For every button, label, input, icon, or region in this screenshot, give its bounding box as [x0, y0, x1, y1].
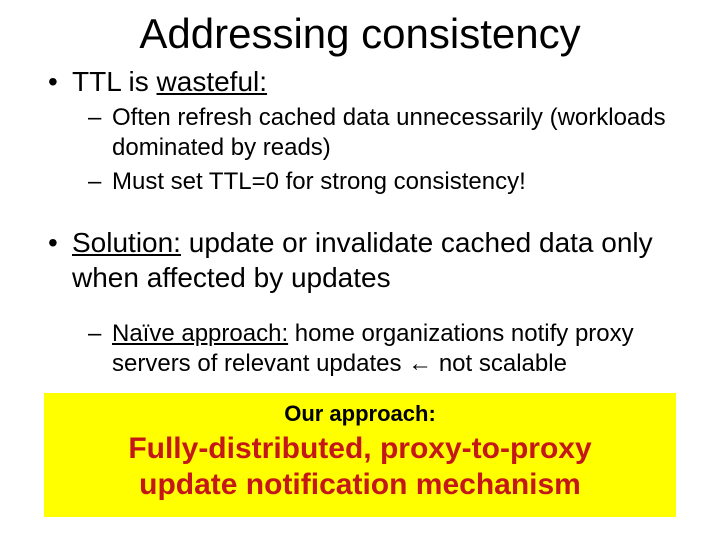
- subbullet-naive: – Naïve approach: home organizations not…: [88, 319, 690, 379]
- dash: –: [88, 167, 112, 197]
- callout-box: Our approach: Fully-distributed, proxy-t…: [44, 393, 676, 517]
- bullet-text: Solution: update or invalidate cached da…: [72, 225, 690, 295]
- bullet-text: TTL is wasteful:: [72, 64, 267, 99]
- dash: –: [88, 103, 112, 163]
- callout-main: Fully-distributed, proxy-to-proxy update…: [54, 431, 666, 503]
- subbullet-text: Often refresh cached data unnecessarily …: [112, 103, 690, 163]
- bullet-dot: •: [48, 64, 72, 99]
- subbullet-text: Naïve approach: home organizations notif…: [112, 319, 690, 379]
- slide-title: Addressing consistency: [30, 10, 690, 58]
- dash: –: [88, 319, 112, 379]
- bullet-ttl-wasteful: • TTL is wasteful:: [48, 64, 690, 99]
- bullet-dot: •: [48, 225, 72, 295]
- subbullet-refresh: – Often refresh cached data unnecessaril…: [88, 103, 690, 163]
- subbullet-ttl-zero: – Must set TTL=0 for strong consistency!: [88, 167, 690, 197]
- callout-lead: Our approach:: [54, 401, 666, 427]
- bullet-solution: • Solution: update or invalidate cached …: [48, 225, 690, 295]
- subbullet-text: Must set TTL=0 for strong consistency!: [112, 167, 526, 197]
